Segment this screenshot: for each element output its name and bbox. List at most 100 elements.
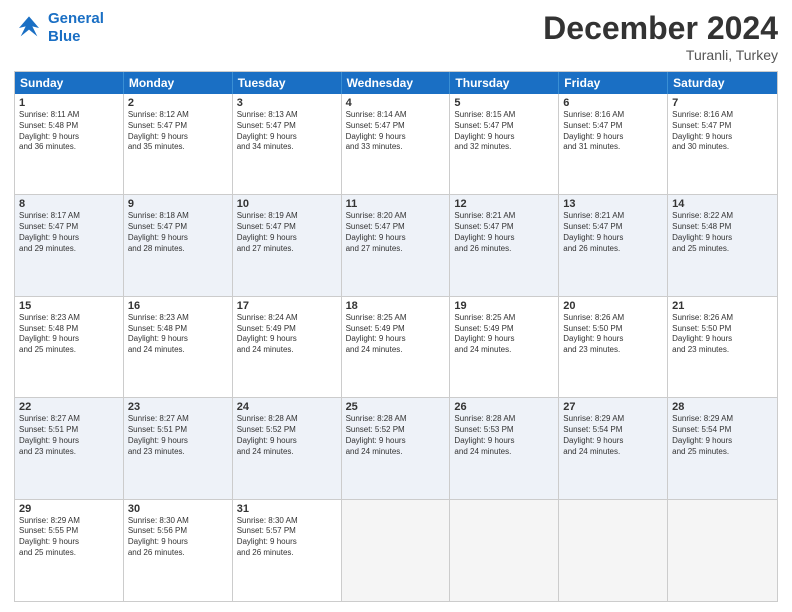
header-saturday: Saturday xyxy=(668,72,777,94)
calendar-body: 1Sunrise: 8:11 AMSunset: 5:48 PMDaylight… xyxy=(15,94,777,601)
page: General Blue December 2024 Turanli, Turk… xyxy=(0,0,792,612)
cell-info: Sunrise: 8:25 AMSunset: 5:49 PMDaylight:… xyxy=(346,313,446,356)
cal-cell: 31Sunrise: 8:30 AMSunset: 5:57 PMDayligh… xyxy=(233,500,342,601)
day-number: 17 xyxy=(237,300,337,312)
cell-info: Sunrise: 8:25 AMSunset: 5:49 PMDaylight:… xyxy=(454,313,554,356)
cell-info: Sunrise: 8:30 AMSunset: 5:56 PMDaylight:… xyxy=(128,516,228,559)
cell-info: Sunrise: 8:27 AMSunset: 5:51 PMDaylight:… xyxy=(19,414,119,457)
day-number: 20 xyxy=(563,300,663,312)
day-number: 16 xyxy=(128,300,228,312)
day-number: 30 xyxy=(128,503,228,515)
cell-info: Sunrise: 8:21 AMSunset: 5:47 PMDaylight:… xyxy=(563,211,663,254)
cell-info: Sunrise: 8:28 AMSunset: 5:52 PMDaylight:… xyxy=(237,414,337,457)
cell-info: Sunrise: 8:15 AMSunset: 5:47 PMDaylight:… xyxy=(454,110,554,153)
cell-info: Sunrise: 8:29 AMSunset: 5:55 PMDaylight:… xyxy=(19,516,119,559)
header-monday: Monday xyxy=(124,72,233,94)
cal-cell: 20Sunrise: 8:26 AMSunset: 5:50 PMDayligh… xyxy=(559,297,668,397)
title-block: December 2024 Turanli, Turkey xyxy=(543,10,778,63)
cell-info: Sunrise: 8:29 AMSunset: 5:54 PMDaylight:… xyxy=(672,414,773,457)
header: General Blue December 2024 Turanli, Turk… xyxy=(14,10,778,63)
cell-info: Sunrise: 8:21 AMSunset: 5:47 PMDaylight:… xyxy=(454,211,554,254)
day-number: 28 xyxy=(672,401,773,413)
cell-info: Sunrise: 8:16 AMSunset: 5:47 PMDaylight:… xyxy=(563,110,663,153)
day-number: 24 xyxy=(237,401,337,413)
header-tuesday: Tuesday xyxy=(233,72,342,94)
cal-cell: 29Sunrise: 8:29 AMSunset: 5:55 PMDayligh… xyxy=(15,500,124,601)
calendar-header: Sunday Monday Tuesday Wednesday Thursday… xyxy=(15,72,777,94)
cal-cell: 17Sunrise: 8:24 AMSunset: 5:49 PMDayligh… xyxy=(233,297,342,397)
day-number: 14 xyxy=(672,198,773,210)
logo-bird-icon xyxy=(14,13,44,43)
cal-cell: 10Sunrise: 8:19 AMSunset: 5:47 PMDayligh… xyxy=(233,195,342,295)
cell-info: Sunrise: 8:26 AMSunset: 5:50 PMDaylight:… xyxy=(672,313,773,356)
calendar-row-2: 8Sunrise: 8:17 AMSunset: 5:47 PMDaylight… xyxy=(15,195,777,296)
header-thursday: Thursday xyxy=(450,72,559,94)
cal-cell: 9Sunrise: 8:18 AMSunset: 5:47 PMDaylight… xyxy=(124,195,233,295)
cell-info: Sunrise: 8:26 AMSunset: 5:50 PMDaylight:… xyxy=(563,313,663,356)
day-number: 22 xyxy=(19,401,119,413)
day-number: 2 xyxy=(128,97,228,109)
cell-info: Sunrise: 8:30 AMSunset: 5:57 PMDaylight:… xyxy=(237,516,337,559)
cell-info: Sunrise: 8:27 AMSunset: 5:51 PMDaylight:… xyxy=(128,414,228,457)
day-number: 3 xyxy=(237,97,337,109)
cal-cell xyxy=(450,500,559,601)
day-number: 18 xyxy=(346,300,446,312)
day-number: 12 xyxy=(454,198,554,210)
cal-cell: 14Sunrise: 8:22 AMSunset: 5:48 PMDayligh… xyxy=(668,195,777,295)
day-number: 13 xyxy=(563,198,663,210)
header-wednesday: Wednesday xyxy=(342,72,451,94)
cal-cell: 7Sunrise: 8:16 AMSunset: 5:47 PMDaylight… xyxy=(668,94,777,194)
day-number: 31 xyxy=(237,503,337,515)
day-number: 10 xyxy=(237,198,337,210)
cell-info: Sunrise: 8:12 AMSunset: 5:47 PMDaylight:… xyxy=(128,110,228,153)
logo-text: General Blue xyxy=(48,10,104,46)
cal-cell: 15Sunrise: 8:23 AMSunset: 5:48 PMDayligh… xyxy=(15,297,124,397)
cell-info: Sunrise: 8:20 AMSunset: 5:47 PMDaylight:… xyxy=(346,211,446,254)
calendar-row-5: 29Sunrise: 8:29 AMSunset: 5:55 PMDayligh… xyxy=(15,500,777,601)
day-number: 19 xyxy=(454,300,554,312)
day-number: 8 xyxy=(19,198,119,210)
cal-cell: 2Sunrise: 8:12 AMSunset: 5:47 PMDaylight… xyxy=(124,94,233,194)
cal-cell xyxy=(559,500,668,601)
day-number: 11 xyxy=(346,198,446,210)
cal-cell: 22Sunrise: 8:27 AMSunset: 5:51 PMDayligh… xyxy=(15,398,124,498)
location: Turanli, Turkey xyxy=(543,47,778,63)
cell-info: Sunrise: 8:18 AMSunset: 5:47 PMDaylight:… xyxy=(128,211,228,254)
cell-info: Sunrise: 8:24 AMSunset: 5:49 PMDaylight:… xyxy=(237,313,337,356)
cal-cell: 5Sunrise: 8:15 AMSunset: 5:47 PMDaylight… xyxy=(450,94,559,194)
cal-cell: 4Sunrise: 8:14 AMSunset: 5:47 PMDaylight… xyxy=(342,94,451,194)
day-number: 23 xyxy=(128,401,228,413)
day-number: 21 xyxy=(672,300,773,312)
cal-cell: 3Sunrise: 8:13 AMSunset: 5:47 PMDaylight… xyxy=(233,94,342,194)
cal-cell: 28Sunrise: 8:29 AMSunset: 5:54 PMDayligh… xyxy=(668,398,777,498)
logo: General Blue xyxy=(14,10,104,46)
cell-info: Sunrise: 8:28 AMSunset: 5:53 PMDaylight:… xyxy=(454,414,554,457)
calendar-row-1: 1Sunrise: 8:11 AMSunset: 5:48 PMDaylight… xyxy=(15,94,777,195)
calendar-row-3: 15Sunrise: 8:23 AMSunset: 5:48 PMDayligh… xyxy=(15,297,777,398)
day-number: 7 xyxy=(672,97,773,109)
day-number: 29 xyxy=(19,503,119,515)
cal-cell xyxy=(668,500,777,601)
cal-cell: 12Sunrise: 8:21 AMSunset: 5:47 PMDayligh… xyxy=(450,195,559,295)
calendar-row-4: 22Sunrise: 8:27 AMSunset: 5:51 PMDayligh… xyxy=(15,398,777,499)
cal-cell: 1Sunrise: 8:11 AMSunset: 5:48 PMDaylight… xyxy=(15,94,124,194)
cell-info: Sunrise: 8:23 AMSunset: 5:48 PMDaylight:… xyxy=(19,313,119,356)
cell-info: Sunrise: 8:23 AMSunset: 5:48 PMDaylight:… xyxy=(128,313,228,356)
cal-cell: 21Sunrise: 8:26 AMSunset: 5:50 PMDayligh… xyxy=(668,297,777,397)
cell-info: Sunrise: 8:14 AMSunset: 5:47 PMDaylight:… xyxy=(346,110,446,153)
cell-info: Sunrise: 8:28 AMSunset: 5:52 PMDaylight:… xyxy=(346,414,446,457)
day-number: 9 xyxy=(128,198,228,210)
cal-cell: 16Sunrise: 8:23 AMSunset: 5:48 PMDayligh… xyxy=(124,297,233,397)
cal-cell: 27Sunrise: 8:29 AMSunset: 5:54 PMDayligh… xyxy=(559,398,668,498)
cal-cell: 6Sunrise: 8:16 AMSunset: 5:47 PMDaylight… xyxy=(559,94,668,194)
cal-cell: 11Sunrise: 8:20 AMSunset: 5:47 PMDayligh… xyxy=(342,195,451,295)
cal-cell: 26Sunrise: 8:28 AMSunset: 5:53 PMDayligh… xyxy=(450,398,559,498)
cell-info: Sunrise: 8:16 AMSunset: 5:47 PMDaylight:… xyxy=(672,110,773,153)
header-friday: Friday xyxy=(559,72,668,94)
month-title: December 2024 xyxy=(543,10,778,47)
cell-info: Sunrise: 8:19 AMSunset: 5:47 PMDaylight:… xyxy=(237,211,337,254)
day-number: 27 xyxy=(563,401,663,413)
cal-cell: 18Sunrise: 8:25 AMSunset: 5:49 PMDayligh… xyxy=(342,297,451,397)
day-number: 15 xyxy=(19,300,119,312)
cal-cell: 13Sunrise: 8:21 AMSunset: 5:47 PMDayligh… xyxy=(559,195,668,295)
